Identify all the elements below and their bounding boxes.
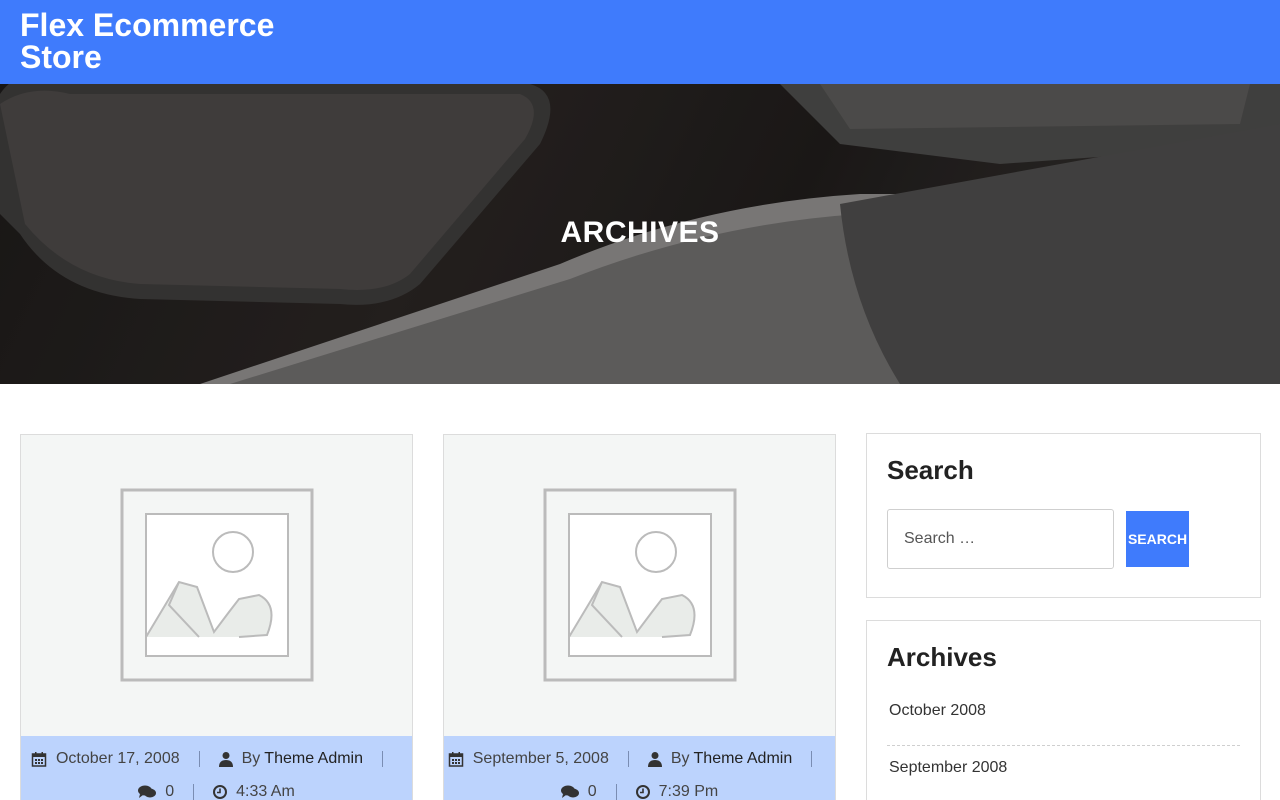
meta-divider [811, 751, 813, 767]
site-header: Flex Ecommerce Store [0, 0, 1280, 84]
meta-divider [382, 751, 384, 767]
archives-widget-title: Archives [887, 642, 997, 672]
post-card: October 17, 2008 By Theme Admin 0 4:33 A… [20, 434, 413, 800]
image-placeholder-icon [543, 488, 737, 682]
clock-icon [635, 785, 650, 799]
meta-divider [198, 751, 200, 767]
author-link[interactable]: Theme Admin [264, 750, 363, 768]
image-placeholder-icon [120, 488, 314, 682]
search-input[interactable] [887, 509, 1114, 569]
comments-icon [138, 785, 157, 799]
post-comments[interactable]: 0 [560, 783, 597, 800]
post-comments[interactable]: 0 [138, 783, 174, 800]
user-icon [218, 751, 233, 767]
archive-list: October 2008 September 2008 [887, 689, 1240, 800]
user-icon [647, 751, 662, 767]
post-author: By Theme Admin [647, 750, 793, 768]
post-thumbnail[interactable] [21, 435, 412, 736]
archive-link[interactable]: October 2008 [887, 689, 1240, 746]
search-widget: Search Search [866, 433, 1261, 598]
post-date[interactable]: September 5, 2008 [448, 750, 609, 768]
comments-icon [560, 785, 579, 799]
meta-divider [615, 784, 617, 800]
page-title: ARCHIVES [560, 216, 720, 249]
search-button[interactable]: Search [1126, 511, 1189, 567]
post-time: 7:39 Pm [635, 783, 718, 800]
post-card: September 5, 2008 By Theme Admin 0 7:39 … [443, 434, 836, 800]
hero-banner: ARCHIVES [0, 84, 1280, 384]
meta-divider [193, 784, 195, 800]
post-thumbnail[interactable] [444, 435, 835, 736]
post-time: 4:33 Am [213, 783, 295, 800]
search-widget-title: Search [887, 455, 974, 485]
post-meta: September 5, 2008 By Theme Admin 0 7:39 … [444, 736, 835, 800]
clock-icon [213, 785, 228, 799]
post-author: By Theme Admin [218, 750, 363, 768]
post-meta: October 17, 2008 By Theme Admin 0 4:33 A… [21, 736, 412, 800]
calendar-icon [31, 751, 47, 767]
calendar-icon [448, 751, 464, 767]
site-title[interactable]: Flex Ecommerce Store [20, 9, 320, 73]
archives-widget: Archives October 2008 September 2008 [866, 620, 1261, 800]
archive-link[interactable]: September 2008 [887, 746, 1240, 800]
post-date[interactable]: October 17, 2008 [31, 750, 180, 768]
meta-divider [627, 751, 629, 767]
author-link[interactable]: Theme Admin [694, 750, 793, 768]
